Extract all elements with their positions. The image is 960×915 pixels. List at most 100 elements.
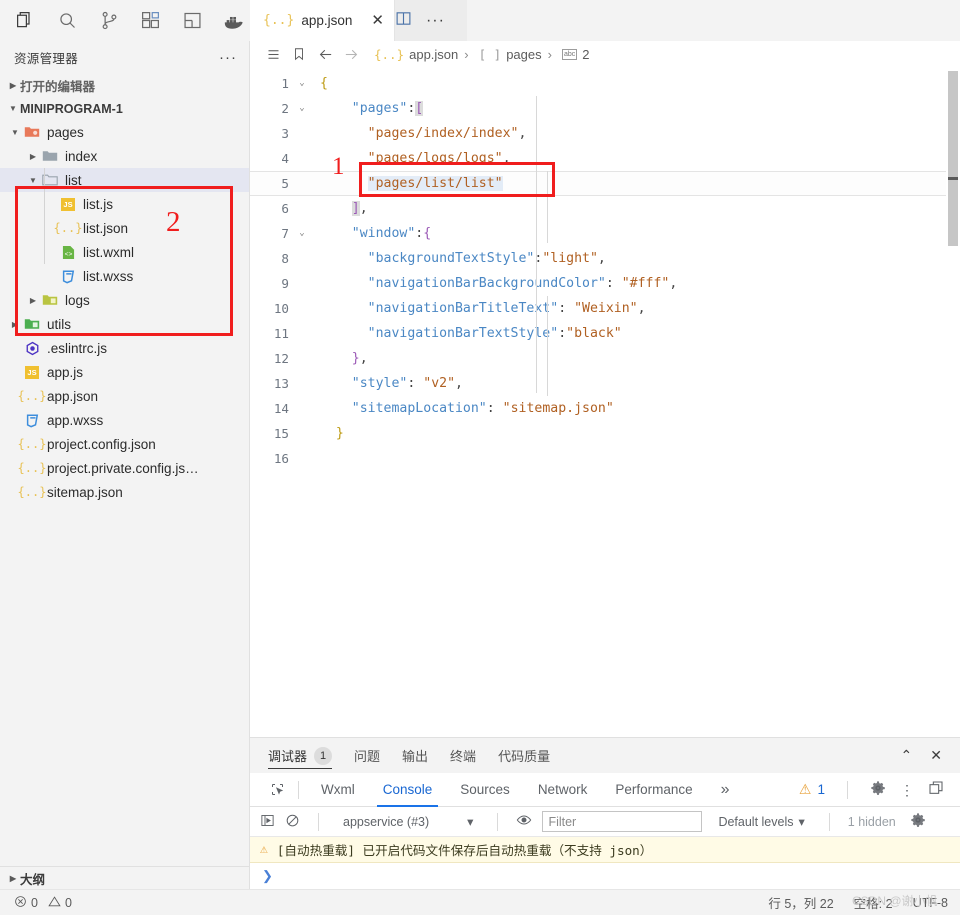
- json-file-icon: {..}: [17, 485, 47, 499]
- console-filter-input[interactable]: [542, 811, 703, 832]
- tree-item-app-json[interactable]: ▶{..}app.json: [0, 384, 249, 408]
- execute-icon[interactable]: [260, 813, 275, 831]
- collapse-panel-icon[interactable]: ⌃: [901, 747, 913, 764]
- cursor-position[interactable]: 行 5，列 22: [768, 893, 833, 912]
- code-line[interactable]: 3 "pages/index/index",: [250, 121, 960, 146]
- console-input-prompt[interactable]: ❯: [250, 863, 960, 889]
- console-context-select[interactable]: appservice (#3) ▾: [337, 814, 479, 830]
- json-file-icon: {..}: [17, 461, 47, 475]
- tree-item-sitemap-json[interactable]: ▶{..}sitemap.json: [0, 480, 249, 504]
- section-outline[interactable]: ▶ 大纲: [0, 866, 249, 889]
- file-tree: ▼pages▶index▼list▶JSlist.js▶{..}list.jso…: [0, 120, 249, 866]
- dock-panel-icon[interactable]: [928, 780, 944, 799]
- editor-scrollbar[interactable]: [946, 67, 960, 737]
- line-number: 5: [281, 176, 289, 191]
- fold-chevron-icon[interactable]: ⌄: [294, 96, 310, 121]
- tree-item-list-json[interactable]: ▶{..}list.json: [0, 216, 249, 240]
- tree-item-list-wxml[interactable]: ▶ <> list.wxml: [0, 240, 249, 264]
- section-project-root[interactable]: ▼ MINIPROGRAM-1: [0, 97, 249, 120]
- tree-item--eslintrc-js[interactable]: ▶ .eslintrc.js: [0, 336, 249, 360]
- panel-tab-输出[interactable]: 输出: [402, 738, 428, 773]
- layout-icon[interactable]: [177, 4, 209, 38]
- breadcrumb-index-2[interactable]: abc 2: [561, 47, 589, 62]
- devtools-tab-console[interactable]: Console: [369, 773, 447, 807]
- outline-icon[interactable]: [260, 43, 286, 65]
- code-line[interactable]: 1 ⌄ {: [250, 71, 960, 96]
- console-levels-select[interactable]: Default levels ▾: [712, 814, 810, 830]
- back-arrow-icon[interactable]: [312, 43, 338, 65]
- panel-tab-终端[interactable]: 终端: [450, 738, 476, 773]
- tree-item-project-config-json[interactable]: ▶{..}project.config.json: [0, 432, 249, 456]
- tree-item-app-js[interactable]: ▶JS app.js: [0, 360, 249, 384]
- section-open-editors[interactable]: ▶ 打开的编辑器: [0, 74, 249, 97]
- code-text: "navigationBarBackgroundColor": "#fff",: [367, 276, 678, 291]
- inspect-element-icon[interactable]: [264, 779, 290, 801]
- breadcrumb-app-json[interactable]: {..} app.json: [374, 47, 458, 62]
- tree-item-utils[interactable]: ▶ utils: [0, 312, 249, 336]
- devtools-tab-wxml[interactable]: Wxml: [307, 773, 369, 807]
- code-line[interactable]: 2 ⌄ "pages":[: [250, 96, 960, 121]
- code-line[interactable]: 12 },: [250, 346, 960, 371]
- activity-bar: [0, 0, 250, 41]
- devtools-overflow-icon[interactable]: »: [707, 773, 744, 807]
- tree-item-list-js[interactable]: ▶JS list.js: [0, 192, 249, 216]
- line-number: 10: [273, 301, 289, 316]
- settings-gear-icon[interactable]: [870, 780, 886, 799]
- code-line[interactable]: 15 }: [250, 421, 960, 446]
- live-expression-icon[interactable]: [516, 812, 532, 831]
- tree-item-logs[interactable]: ▶ logs: [0, 288, 249, 312]
- settings-gear-icon[interactable]: [910, 812, 926, 831]
- code-line[interactable]: 14 "sitemapLocation": "sitemap.json": [250, 396, 960, 421]
- close-icon[interactable]: ✕: [371, 13, 384, 28]
- panel-tab-代码质量[interactable]: 代码质量: [498, 738, 550, 773]
- tree-item-project-private-config-js-[interactable]: ▶{..}project.private.config.js…: [0, 456, 249, 480]
- indentation[interactable]: 空格: 2: [854, 893, 893, 912]
- sidebar-more-icon[interactable]: ···: [219, 50, 237, 65]
- fold-chevron-icon[interactable]: ⌄: [294, 221, 310, 246]
- split-editor-icon[interactable]: [395, 10, 412, 32]
- panel-tab-问题[interactable]: 问题: [354, 738, 380, 773]
- tab-app-json[interactable]: {..} app.json ✕: [250, 0, 395, 41]
- tree-item-index[interactable]: ▶ index: [0, 144, 249, 168]
- explorer-icon[interactable]: [10, 4, 42, 38]
- search-icon[interactable]: [52, 4, 84, 38]
- fold-chevron-icon[interactable]: ⌄: [294, 71, 310, 96]
- panel-tab-badge: 1: [314, 746, 333, 765]
- tab-bar-actions: ···: [395, 0, 467, 41]
- bookmark-icon[interactable]: [286, 43, 312, 65]
- code-line[interactable]: 11 "navigationBarTextStyle":"black": [250, 321, 960, 346]
- tree-item-app-wxss[interactable]: ▶ app.wxss: [0, 408, 249, 432]
- code-line[interactable]: 4 "pages/logs/logs",: [250, 146, 960, 171]
- code-line[interactable]: 7 ⌄ "window":{: [250, 221, 960, 246]
- code-line[interactable]: 16: [250, 446, 960, 471]
- close-panel-icon[interactable]: ✕: [930, 747, 942, 764]
- more-actions-icon[interactable]: ···: [426, 12, 445, 28]
- encoding[interactable]: UTF-8: [913, 896, 948, 910]
- code-line[interactable]: 10 "navigationBarTitleText": "Weixin",: [250, 296, 960, 321]
- tree-item-label: app.wxss: [47, 412, 104, 428]
- source-control-icon[interactable]: [93, 4, 125, 38]
- chevron-right-icon: ▶: [11, 319, 19, 329]
- forward-arrow-icon[interactable]: [338, 43, 364, 65]
- extensions-icon[interactable]: [135, 4, 167, 38]
- code-line[interactable]: 8 "backgroundTextStyle":"light",: [250, 246, 960, 271]
- code-line[interactable]: 13 "style": "v2",: [250, 371, 960, 396]
- tree-item-list[interactable]: ▼ list: [0, 168, 249, 192]
- problems-summary[interactable]: 0 0: [0, 890, 72, 915]
- scrollbar-thumb[interactable]: [948, 71, 958, 246]
- code-line[interactable]: 6 ],: [250, 196, 960, 221]
- devtools-tab-network[interactable]: Network: [524, 773, 602, 807]
- tree-item-pages[interactable]: ▼ pages: [0, 120, 249, 144]
- devtools-tab-sources[interactable]: Sources: [446, 773, 524, 807]
- clear-console-icon[interactable]: [285, 813, 300, 831]
- panel-tab-调试器[interactable]: 调试器 1: [268, 738, 333, 773]
- code-line[interactable]: 5 "pages/list/list": [250, 171, 960, 196]
- code-line[interactable]: 9 "navigationBarBackgroundColor": "#fff"…: [250, 271, 960, 296]
- code-text: "style": "v2",: [351, 376, 463, 391]
- docker-icon[interactable]: [218, 4, 250, 38]
- devtools-tab-performance[interactable]: Performance: [601, 773, 706, 807]
- more-vertical-icon[interactable]: ⋮: [900, 783, 914, 797]
- tree-item-list-wxss[interactable]: ▶ list.wxss: [0, 264, 249, 288]
- code-editor[interactable]: 1 ⌄{2 ⌄ "pages":[3 "pages/index/index", 4 "…: [250, 67, 960, 737]
- breadcrumb-pages[interactable]: [ ] pages: [479, 47, 542, 62]
